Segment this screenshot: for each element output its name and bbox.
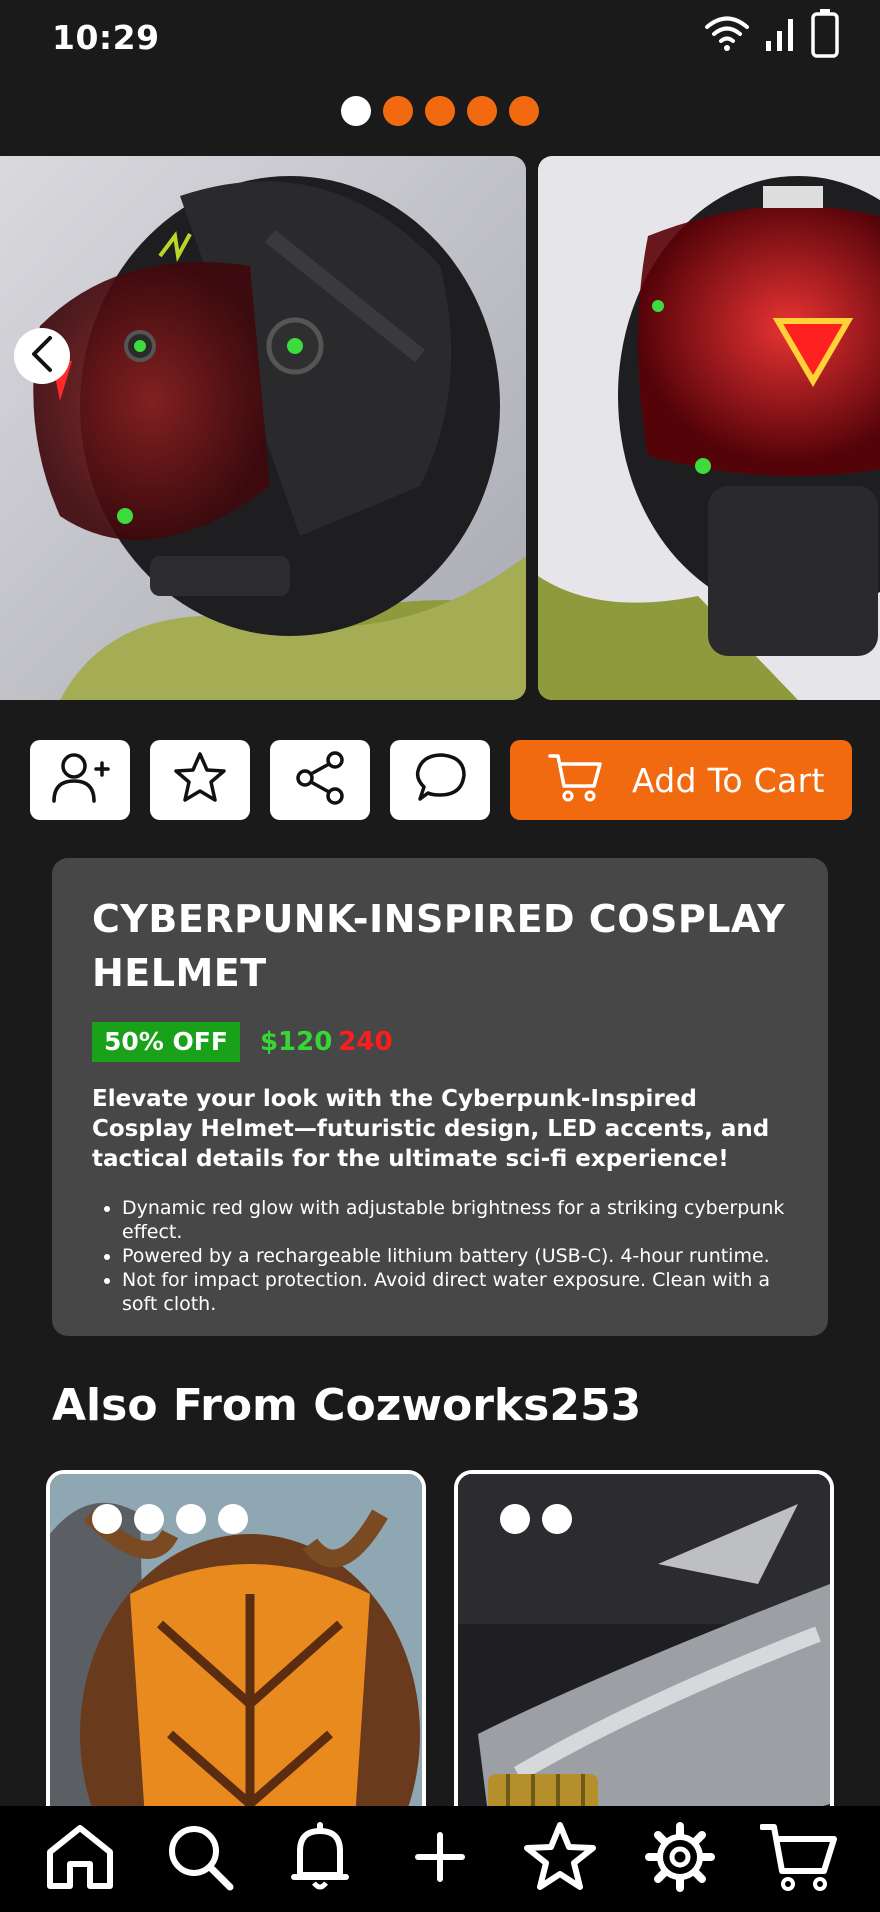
product-title: CYBERPUNK-INSPIRED COSPLAY HELMET xyxy=(92,897,786,995)
favorite-button[interactable] xyxy=(150,740,250,820)
feature-item: Powered by a rechargeable lithium batter… xyxy=(122,1244,788,1268)
card-pagination[interactable] xyxy=(92,1504,248,1534)
star-icon xyxy=(172,751,228,809)
gallery-pagination[interactable] xyxy=(0,96,880,128)
back-button[interactable] xyxy=(14,328,70,384)
card-dot[interactable] xyxy=(134,1504,164,1534)
nav-cart[interactable] xyxy=(758,1817,842,1901)
section-title: Also From Cozworks253 xyxy=(52,1380,642,1431)
chat-bubble-icon xyxy=(412,751,468,809)
product-gallery[interactable] xyxy=(0,156,880,700)
signal-icon xyxy=(764,13,796,57)
battery-icon xyxy=(810,8,840,62)
product-description: Elevate your look with the Cyberpunk-Ins… xyxy=(92,1086,770,1172)
message-button[interactable] xyxy=(390,740,490,820)
search-icon xyxy=(164,1821,236,1897)
bottom-navigation xyxy=(0,1806,880,1912)
feature-list: Dynamic red glow with adjustable brightn… xyxy=(92,1196,788,1316)
status-time: 10:29 xyxy=(52,18,160,57)
nav-settings[interactable] xyxy=(638,1817,722,1901)
nav-notifications[interactable] xyxy=(278,1817,362,1901)
product-photo-next[interactable] xyxy=(538,156,880,700)
follow-button[interactable] xyxy=(30,740,130,820)
card-dot[interactable] xyxy=(500,1504,530,1534)
chevron-left-icon xyxy=(28,334,56,378)
original-price: 240 xyxy=(338,1027,393,1057)
sale-price: $120 xyxy=(259,1027,333,1057)
price-row: 50% OFF $120 240 xyxy=(92,1022,788,1062)
gallery-dot[interactable] xyxy=(383,96,413,126)
add-user-icon xyxy=(50,751,110,809)
cart-icon xyxy=(548,752,604,808)
nav-search[interactable] xyxy=(158,1817,242,1901)
plus-icon xyxy=(410,1827,470,1891)
wifi-icon xyxy=(704,13,750,57)
discount-badge: 50% OFF xyxy=(92,1022,240,1062)
feature-item: Not for impact protection. Avoid direct … xyxy=(122,1268,788,1316)
share-icon xyxy=(293,750,347,810)
add-to-cart-label: Add To Cart xyxy=(632,760,825,800)
card-dot[interactable] xyxy=(92,1504,122,1534)
add-to-cart-button[interactable]: Add To Cart xyxy=(510,740,852,820)
cart-icon xyxy=(759,1821,840,1897)
gallery-dot[interactable] xyxy=(341,96,371,126)
feature-item: Dynamic red glow with adjustable brightn… xyxy=(122,1196,788,1244)
product-photo[interactable] xyxy=(0,156,526,700)
nav-create[interactable] xyxy=(398,1817,482,1901)
card-pagination[interactable] xyxy=(500,1504,572,1534)
gallery-dot[interactable] xyxy=(467,96,497,126)
action-bar: Add To Cart xyxy=(30,740,852,820)
card-dot[interactable] xyxy=(218,1504,248,1534)
status-icons xyxy=(704,8,840,62)
nav-favorites[interactable] xyxy=(518,1817,602,1901)
gallery-dot[interactable] xyxy=(425,96,455,126)
home-icon xyxy=(44,1822,116,1896)
status-bar: 10:29 xyxy=(0,0,880,78)
star-icon xyxy=(522,1821,598,1897)
bell-icon xyxy=(290,1821,350,1897)
gallery-dot[interactable] xyxy=(509,96,539,126)
product-info-card: CYBERPUNK-INSPIRED COSPLAY HELMET 50% OF… xyxy=(52,858,828,1336)
gear-icon xyxy=(645,1822,715,1896)
nav-home[interactable] xyxy=(38,1817,122,1901)
card-dot[interactable] xyxy=(176,1504,206,1534)
card-dot[interactable] xyxy=(542,1504,572,1534)
share-button[interactable] xyxy=(270,740,370,820)
